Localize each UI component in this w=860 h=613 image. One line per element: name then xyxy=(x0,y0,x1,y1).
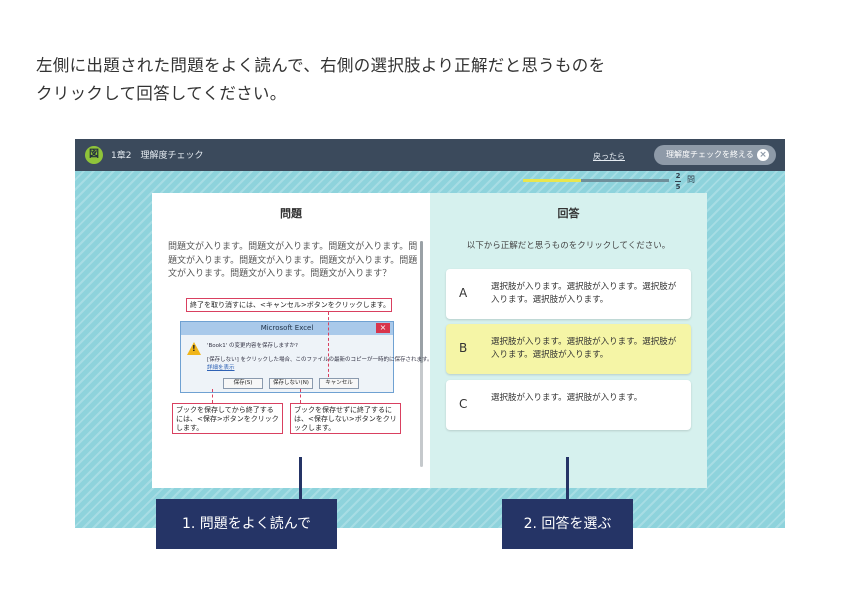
step-label-1: 1. 問題をよく読んで xyxy=(156,499,337,549)
answer-title: 回答 xyxy=(557,207,580,220)
dialog-link: 詳細を表示 xyxy=(207,365,235,371)
progress-fill xyxy=(523,179,582,182)
answer-instruction: 以下から正解だと思うものをクリックしてください。 xyxy=(466,241,671,251)
instruction-line-2: クリックして回答してください。 xyxy=(36,84,287,103)
quiz-logo-icon: 図 xyxy=(85,146,103,164)
dashed-leader-cancel xyxy=(328,312,329,377)
excel-dialog: Microsoft Excel × ! 'Book1' の変更内容を保存しますか… xyxy=(180,321,433,393)
choice-text: 選択肢が入ります。選択肢が入ります。選択肢が入ります。選択肢が入ります。 xyxy=(491,282,677,305)
current-question: 2 xyxy=(675,172,681,180)
progress-bar xyxy=(523,179,669,182)
dialog-save-button: 保存(S) xyxy=(223,378,263,389)
question-unit: 問 xyxy=(687,175,695,184)
callout-save: ブックを保存してから終了するには、<保存>ボタンをクリックします。 xyxy=(172,403,283,434)
question-counter: 2 5 問 xyxy=(675,172,695,191)
app-screenshot: 図 1章2 理解度チェック 戻ったら 理解度チェックを終える × 2 5 問 問… xyxy=(75,139,785,528)
top-bar: 図 1章2 理解度チェック 戻ったら 理解度チェックを終える × xyxy=(75,139,785,171)
question-panel: 問題 問題文が入ります。問題文が入ります。問題文が入ります。問題文が入ります。問… xyxy=(152,193,433,488)
answer-panel: 回答 以下から正解だと思うものをクリックしてください。 A 選択肢が入ります。選… xyxy=(430,193,707,488)
end-check-button[interactable]: 理解度チェックを終える × xyxy=(654,145,776,165)
dialog-cancel-button: キャンセル xyxy=(319,378,359,389)
scroll-thumb[interactable] xyxy=(420,241,423,363)
question-text: 問題文が入ります。問題文が入ります。問題文が入ります。問題文が入ります。問題文が… xyxy=(168,242,418,279)
choice-b[interactable]: B 選択肢が入ります。選択肢が入ります。選択肢が入ります。選択肢が入ります。 xyxy=(446,324,691,374)
pointer-line-2 xyxy=(566,457,569,499)
close-icon: × xyxy=(757,149,769,161)
question-scrollbar[interactable] xyxy=(420,241,423,467)
dialog-detail: [保存しない] をクリックした場合、このファイルの最新のコピーが一時的に保存され… xyxy=(207,357,433,363)
pointer-line-1 xyxy=(299,457,302,499)
dialog-message: 'Book1' の変更内容を保存しますか? xyxy=(207,343,298,349)
fraction-line xyxy=(675,181,681,182)
choice-c[interactable]: C 選択肢が入ります。選択肢が入ります。 xyxy=(446,380,691,430)
back-link[interactable]: 戻ったら xyxy=(593,151,625,162)
callout-dont-save: ブックを保存せずに終了するには、<保存しない>ボタンをクリックします。 xyxy=(290,403,401,434)
total-questions: 5 xyxy=(675,183,681,191)
end-check-label: 理解度チェックを終える xyxy=(666,150,754,159)
dashed-leader-right xyxy=(300,389,301,403)
choice-text: 選択肢が入ります。選択肢が入ります。 xyxy=(491,393,643,403)
instruction-text: 左側に出題された問題をよく読んで、右側の選択肢より正解だと思うものを クリックし… xyxy=(36,52,736,108)
callout-cancel: 終了を取り消すには、<キャンセル>ボタンをクリックします。 xyxy=(186,298,392,312)
instruction-line-1: 左側に出題された問題をよく読んで、右側の選択肢より正解だと思うものを xyxy=(36,56,606,75)
dialog-title: Microsoft Excel xyxy=(181,322,393,335)
chapter-title: 1章2 理解度チェック xyxy=(111,151,204,161)
warning-icon: ! xyxy=(187,342,201,355)
choice-letter: A xyxy=(459,286,468,300)
question-title: 問題 xyxy=(280,207,302,220)
dialog-close-icon: × xyxy=(376,323,390,333)
step-label-2: 2. 回答を選ぶ xyxy=(502,499,633,549)
dashed-leader-left xyxy=(212,389,213,403)
choice-a[interactable]: A 選択肢が入ります。選択肢が入ります。選択肢が入ります。選択肢が入ります。 xyxy=(446,269,691,319)
choice-text: 選択肢が入ります。選択肢が入ります。選択肢が入ります。選択肢が入ります。 xyxy=(491,337,677,360)
choice-letter: B xyxy=(459,341,468,355)
choice-letter: C xyxy=(459,397,468,411)
dialog-dont-save-button: 保存しない(N) xyxy=(269,378,313,389)
